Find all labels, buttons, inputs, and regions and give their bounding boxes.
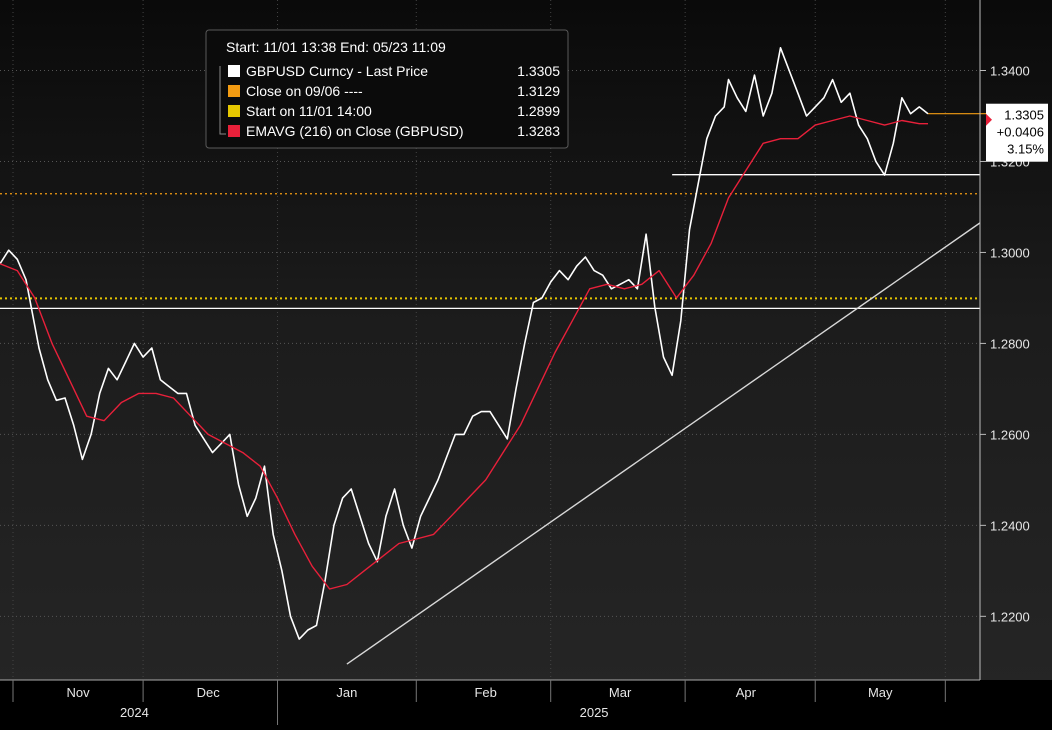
legend: Start: 11/01 13:38 End: 05/23 11:09 GBPU… [205,29,569,149]
legend-value: 1.3129 [517,83,560,99]
last-price-value: 1.3305 [1004,108,1044,123]
legend-swatch [228,85,240,97]
legend-swatch [228,65,240,77]
legend-value: 1.3305 [517,63,560,79]
ema-line [0,115,928,590]
last-price-change: +0.0406 [997,125,1044,140]
month-label: Dec [197,685,221,700]
x-axis-band [0,680,1052,725]
legend-value: 1.2899 [517,103,560,119]
legend-value: 1.3283 [517,123,560,139]
legend-label: Close on 09/06 ---- [246,83,363,99]
y-tick-label: 1.2200 [990,609,1030,624]
legend-range: Start: 11/01 13:38 End: 05/23 11:09 [226,39,446,55]
month-label: Jan [336,685,357,700]
month-label: Feb [474,685,496,700]
y-tick-label: 1.2600 [990,427,1030,442]
legend-swatch [228,125,240,137]
chart-panel: 1.3400 1.3200 1.3000 1.2800 1.2600 1.2400 1.22… [0,0,1052,725]
y-tick-label: 1.2800 [990,336,1030,351]
price-chart: 1.34001.32001.30001.28001.26001.24001.22… [0,0,1052,725]
last-price-pct: 3.15% [1007,142,1044,157]
last-price-tag: 1.3305 +0.0406 3.15% [986,103,1048,162]
level-lines [0,113,986,665]
month-label: Mar [609,685,632,700]
month-label: May [868,685,893,700]
trend-line-6 [346,222,981,665]
month-label: Nov [66,685,90,700]
year-label: 2024 [120,705,149,720]
year-label: 2025 [580,705,609,720]
y-tick-label: 1.3000 [990,245,1030,260]
y-tick-label: 1.2400 [990,518,1030,533]
legend-label: GBPUSD Curncy - Last Price [246,63,428,79]
legend-label: EMAVG (216) on Close (GBPUSD) [246,123,464,139]
month-label: Apr [736,685,757,700]
y-tick-label: 1.3400 [990,64,1030,79]
legend-swatch [228,105,240,117]
legend-label: Start on 11/01 14:00 [246,103,372,119]
